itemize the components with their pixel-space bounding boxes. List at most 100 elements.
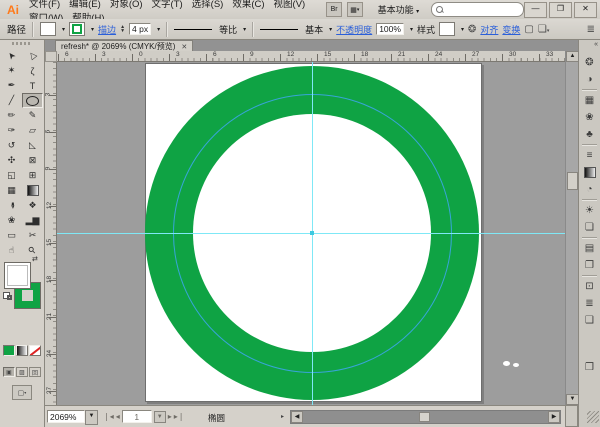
layers-panel-icon[interactable]: ▤ [579,240,600,257]
restore-button[interactable]: ❐ [549,1,573,18]
zoom-level-value[interactable]: 2069% [47,410,85,423]
horizontal-ruler[interactable]: 6 3 0 3 6 9 12 15 18 21 24 27 30 33 [57,51,565,62]
fill-dropdown-icon[interactable]: ▾ [62,26,65,33]
isolate-object-icon[interactable]: ❏▾ [538,24,549,35]
gradient-tool[interactable] [22,183,43,198]
opacity-value[interactable]: 100% [376,23,404,35]
paintbrush-tool[interactable]: ✏ [1,108,22,123]
align-panel-icon[interactable]: ≣ [579,295,600,312]
symbol-sprayer-tool[interactable]: ❀ [1,213,22,228]
draw-inside-button[interactable]: 回 [29,367,41,377]
fill-color-indicator[interactable] [4,262,31,289]
zoom-dropdown-icon[interactable]: ▼ [85,410,98,425]
search-input[interactable] [431,2,525,17]
shape-builder-tool[interactable]: ◱ [1,168,22,183]
graphic-styles-panel-icon[interactable]: ❏ [579,219,600,236]
pen-tool[interactable]: ✒ [1,78,22,93]
appearance-panel-icon[interactable]: ☀ [579,202,600,219]
vertical-scroll-thumb[interactable] [567,172,578,190]
style-swatch[interactable] [438,22,455,36]
recolor-artwork-icon[interactable]: ❂ [468,24,476,35]
bounding-box-icon[interactable]: ▢ [524,24,533,35]
toolbar-drag-handle[interactable] [12,42,32,45]
color-guide-panel-icon[interactable]: ◑ [579,71,600,88]
eyedropper-tool[interactable]: ✒ [1,198,22,213]
blob-brush-tool[interactable]: ✑ [1,123,22,138]
column-graph-tool[interactable]: ▂▆ [22,213,43,228]
gradient-panel-icon[interactable] [579,164,600,181]
screen-mode-button[interactable]: ▢ ▾ [12,385,32,400]
artboard-number-dropdown-icon[interactable]: ▼ [153,410,166,423]
fill-swatch[interactable] [40,22,57,36]
artboards-panel-icon[interactable]: ❐ [579,257,600,274]
selection-tool[interactable]: ➤ [1,48,22,63]
symbols-panel-icon[interactable]: ❀ [579,109,600,126]
transform-panel-icon[interactable]: ⊡ [579,278,600,295]
stroke-width-value[interactable]: 4 px [129,23,152,35]
lasso-tool[interactable]: ζ [22,63,43,78]
artboard-number-value[interactable]: 1 [121,410,152,423]
pencil-tool[interactable]: ✎ [22,108,43,123]
draw-behind-button[interactable]: ▨ [16,367,28,377]
stroke-swatch[interactable] [69,22,86,36]
menu-item[interactable]: 对象(O) [110,0,143,10]
control-panel-menu-icon[interactable]: ≣ [587,24,595,35]
symbols-library-panel-icon[interactable]: ❒ [579,359,600,376]
hand-tool[interactable]: ☝ [1,243,22,258]
perspective-grid-tool[interactable]: ⊞ [22,168,43,183]
artboard-tool[interactable]: ▭ [1,228,22,243]
resize-grip-icon[interactable] [587,411,599,423]
scroll-down-icon[interactable]: ▼ [566,394,579,405]
scroll-left-icon[interactable]: ◀ [291,411,303,423]
brush-dropdown-icon[interactable]: ▾ [329,26,332,33]
stroke-panel-link[interactable]: 描边 [98,23,116,36]
minimize-button[interactable]: — [524,1,548,18]
align-panel-link[interactable]: 对齐 [480,23,498,36]
menu-item[interactable]: 文字(T) [152,0,183,10]
scroll-up-icon[interactable]: ▲ [566,51,579,62]
mesh-tool[interactable]: ▦ [1,183,22,198]
opacity-panel-link[interactable]: 不透明度 [336,23,372,36]
swap-fill-stroke-icon[interactable]: ⇄ [32,255,38,263]
brushes-panel-icon[interactable]: ♣ [579,126,600,143]
close-button[interactable]: ✕ [574,1,598,18]
ellipse-tool[interactable] [22,93,43,108]
slice-tool[interactable]: ✂ [22,228,43,243]
stroke-width-stepper[interactable]: ▲ ▼ [120,25,125,34]
menu-item[interactable]: 选择(S) [192,0,224,10]
canvas-viewport[interactable] [57,62,565,405]
center-anchor-point[interactable] [310,231,314,235]
width-tool[interactable]: ✣ [1,153,22,168]
arrange-documents-icon[interactable]: ▦ ▾ [346,2,363,17]
scroll-right-icon[interactable]: ▶ [548,411,560,423]
menu-item[interactable]: 视图(V) [274,0,306,10]
pathfinder-panel-icon[interactable]: ❑ [579,312,600,329]
vertical-scrollbar[interactable]: ▲ ▼ [565,51,579,405]
ruler-origin-corner[interactable] [45,51,57,62]
previous-artboard-icon[interactable]: ◂ [116,412,120,421]
menu-item[interactable]: 编辑(E) [69,0,101,10]
draw-normal-button[interactable]: ▣ [3,367,15,377]
free-transform-tool[interactable]: ⊠ [22,153,43,168]
tab-close-icon[interactable]: ✕ [181,43,187,51]
scale-tool[interactable]: ◺ [22,138,43,153]
expand-dock-icon[interactable]: « [594,41,598,48]
bridge-icon[interactable]: Br [326,2,342,17]
magic-wand-tool[interactable]: ✶ [1,63,22,78]
direct-selection-tool[interactable]: ▷ [22,48,43,63]
width-profile-dropdown-icon[interactable]: ▾ [243,26,246,33]
menu-item[interactable]: 效果(C) [232,0,264,10]
color-mode-button[interactable] [3,345,15,356]
none-mode-button[interactable] [29,345,41,356]
gradient-mode-button[interactable] [16,345,28,356]
color-panel-icon[interactable]: ❂ [579,54,600,71]
workspace-switcher[interactable]: 基本功能 ▾ [378,3,420,16]
horizontal-scroll-thumb[interactable] [419,412,430,422]
transform-panel-link[interactable]: 变换 [502,23,520,36]
eraser-tool[interactable]: ▱ [22,123,43,138]
line-segment-tool[interactable]: ╱ [1,93,22,108]
vertical-ruler[interactable]: 3 6 9 12 15 18 21 24 27 [45,62,57,405]
style-dropdown-icon[interactable]: ▾ [461,26,464,33]
stroke-width-dropdown-icon[interactable]: ▾ [157,26,160,33]
default-fill-stroke-icon[interactable] [3,292,14,301]
